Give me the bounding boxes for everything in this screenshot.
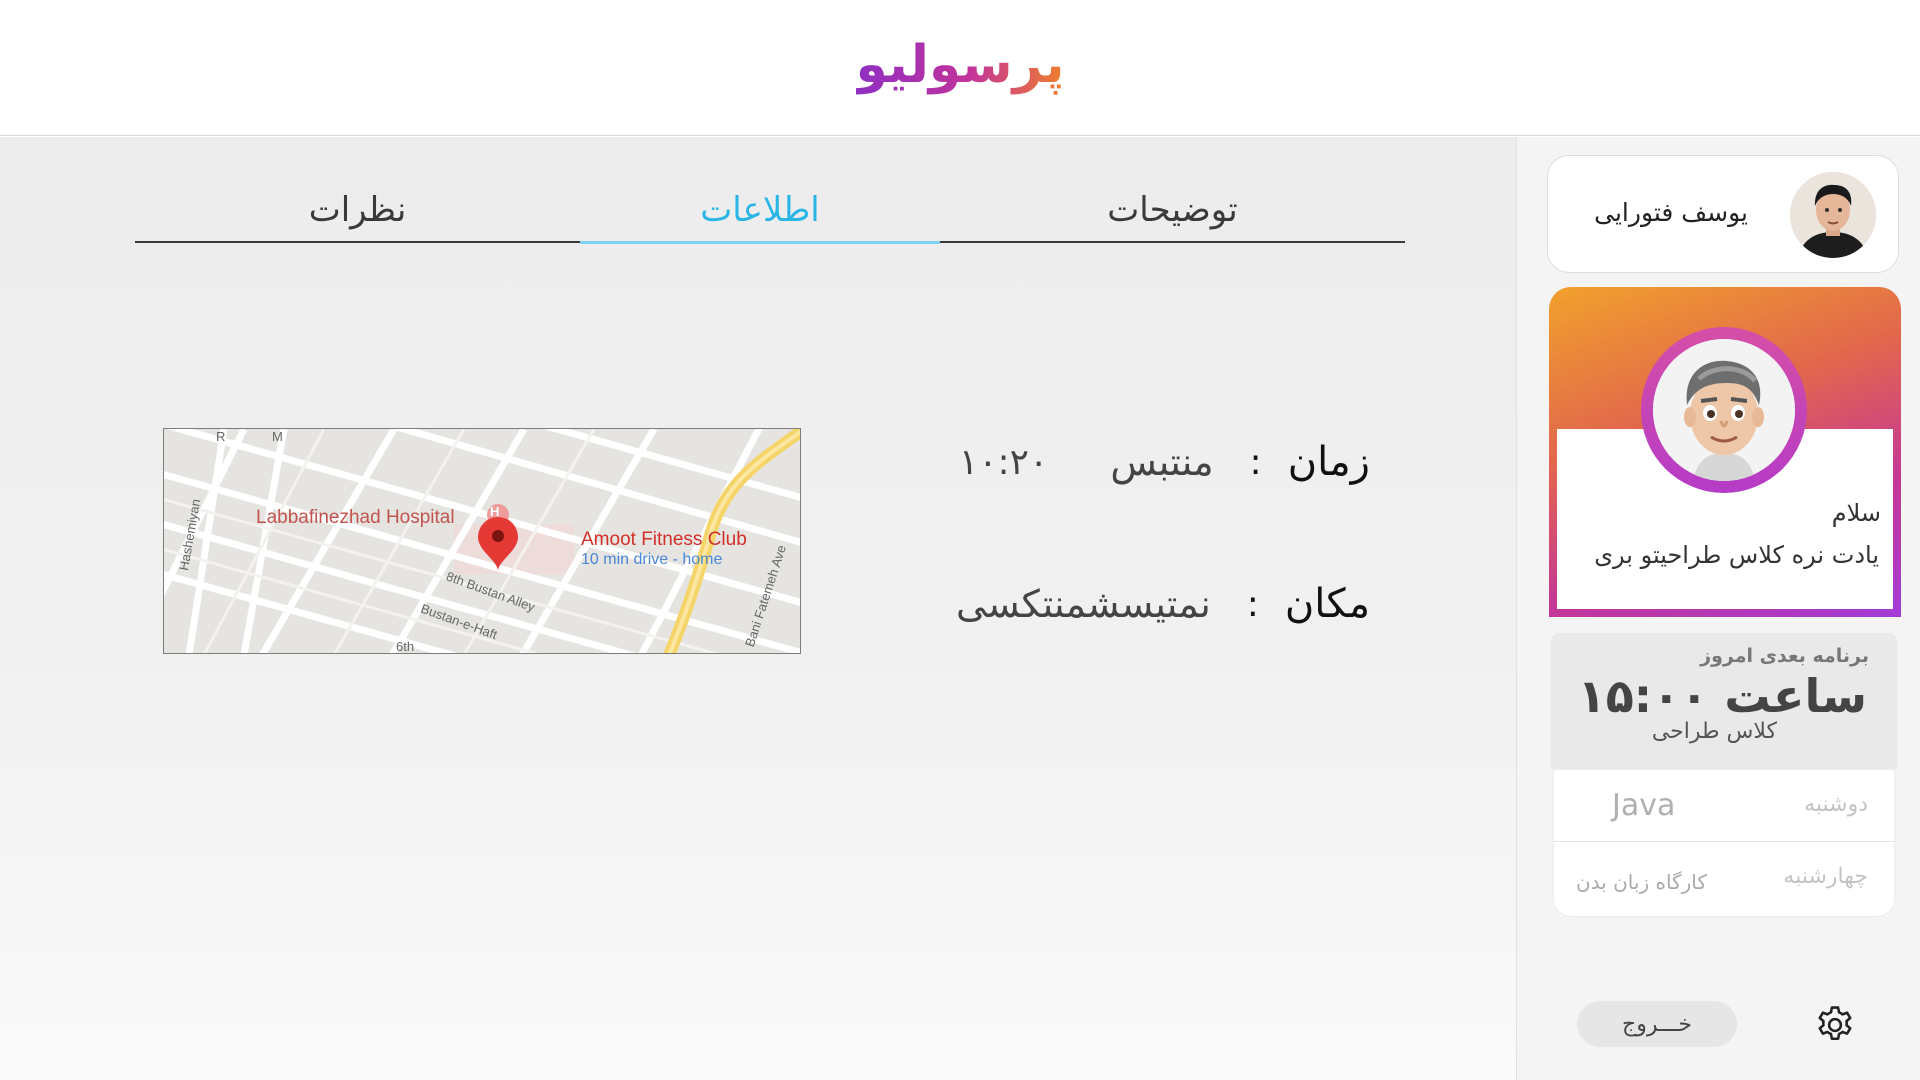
gear-icon	[1818, 1006, 1852, 1041]
tab-description[interactable]: توضیحات	[940, 177, 1405, 243]
schedule-title: Java	[1612, 788, 1676, 823]
next-event-time: ساعت ۱۵:۰۰	[1577, 669, 1867, 723]
time-label: زمان	[1287, 439, 1370, 485]
schedule-day: دوشنبه	[1804, 792, 1868, 817]
time-clock: ۱۰:۲۰	[958, 441, 1049, 483]
user-photo-icon	[1790, 172, 1876, 258]
greeting-text: سلام	[1831, 499, 1881, 527]
reminder-message: یادت نره کلاس طراحیتو بری	[1594, 541, 1879, 569]
next-event-label: برنامه بعدی امروز	[1700, 645, 1869, 667]
map-street-label: M	[272, 429, 283, 444]
app-logo[interactable]: پرسولیو	[856, 30, 1064, 100]
user-name: یوسف فتورایی	[1594, 198, 1748, 227]
tab-info[interactable]: اطلاعات	[580, 177, 940, 243]
settings-button[interactable]	[1813, 1003, 1857, 1047]
memoji-avatar	[1653, 339, 1795, 481]
place-row: مکان : نمتیسشمنتکسی	[880, 574, 1370, 634]
user-profile-card[interactable]: یوسف فتورایی	[1547, 155, 1899, 273]
map-destination-label: Amoot Fitness Club	[581, 529, 747, 550]
active-tab-indicator	[580, 241, 940, 244]
map-street-label: R	[216, 429, 226, 444]
map-drive-label: 10 min drive - home	[581, 551, 723, 568]
place-value: نمتیسشمنتکسی	[956, 582, 1211, 626]
tab-bar: نظرات اطلاعات توضیحات	[135, 177, 1405, 244]
schedule-item[interactable]: چهارشنبه کارگاه زبان بدن	[1554, 842, 1896, 914]
time-value: منتبس	[1110, 440, 1214, 484]
location-map[interactable]: Labbafinezhad Hospital H Amoot Fitness C…	[163, 428, 801, 654]
place-label: مکان	[1284, 581, 1370, 627]
main-content: نظرات اطلاعات توضیحات زمان : منتبس ۱۰:۲۰…	[0, 137, 1516, 1080]
schedule-day: چهارشنبه	[1783, 864, 1868, 889]
place-separator: :	[1246, 583, 1259, 625]
map-hospital-label: Labbafinezhad Hospital	[256, 507, 455, 528]
memoji-face-icon	[1653, 339, 1795, 481]
sidebar: یوسف فتورایی سلام یادت نره کلاس طراحیتو …	[1516, 137, 1920, 1080]
reminder-card: سلام یادت نره کلاس طراحیتو بری	[1549, 287, 1901, 617]
next-event-card[interactable]: برنامه بعدی امروز ساعت ۱۵:۰۰ کلاس طراحی	[1551, 633, 1897, 769]
memoji-avatar-ring	[1641, 327, 1807, 493]
schedule-item[interactable]: دوشنبه Java	[1554, 770, 1896, 842]
next-event-class: کلاس طراحی	[1651, 719, 1777, 744]
app-header: پرسولیو	[0, 0, 1920, 136]
time-separator: :	[1249, 441, 1262, 483]
map-street-label: 6th	[396, 639, 415, 654]
time-row: زمان : منتبس ۱۰:۲۰	[880, 432, 1370, 492]
user-avatar[interactable]	[1790, 172, 1876, 258]
hospital-badge-icon: H	[490, 504, 500, 519]
schedule-list: دوشنبه Java چهارشنبه کارگاه زبان بدن	[1553, 769, 1896, 917]
tab-comments[interactable]: نظرات	[135, 177, 580, 243]
logo-text: پرسولیو	[855, 35, 1065, 95]
logout-button[interactable]: خـــروج	[1577, 1001, 1737, 1047]
schedule-title: کارگاه زبان بدن	[1576, 870, 1707, 894]
